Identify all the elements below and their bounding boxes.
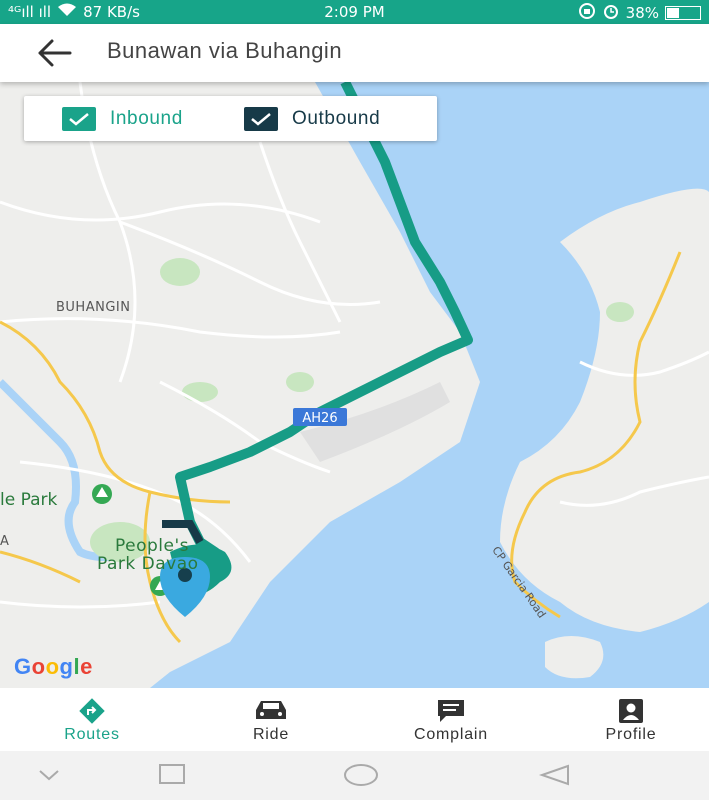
outbound-label: Outbound	[292, 107, 381, 129]
check-icon	[69, 112, 89, 126]
map-label-park: le Park	[0, 490, 58, 510]
bottom-navigation: Routes Ride Complain Profile	[0, 688, 709, 751]
nav-ride-label: Ride	[252, 726, 290, 743]
nav-complain[interactable]: Complain	[391, 688, 511, 751]
profile-icon	[619, 699, 643, 723]
route-legend: Inbound Outbound	[24, 96, 437, 141]
battery-percent: 38%	[625, 4, 659, 22]
clock: 2:09 PM	[324, 3, 385, 21]
nav-profile-label: Profile	[605, 726, 657, 743]
circle-icon	[344, 764, 378, 786]
nav-complain-label: Complain	[414, 726, 488, 743]
battery-icon	[665, 6, 701, 20]
map-label-peoples-park-2: Park Davao	[97, 554, 199, 574]
outbound-toggle[interactable]: Outbound	[244, 96, 380, 141]
nav-profile[interactable]: Profile	[571, 688, 691, 751]
map-label-peoples-park-1: People's	[115, 536, 190, 556]
lock-rotation-icon	[578, 3, 596, 23]
arrow-back-icon	[38, 39, 72, 67]
message-icon	[438, 700, 464, 722]
check-icon	[251, 112, 271, 126]
app-bar: Bunawan via Buhangin	[0, 24, 709, 82]
outbound-checkbox[interactable]	[244, 106, 278, 131]
map-label-edge: A	[0, 534, 9, 549]
nav-routes-label: Routes	[64, 726, 120, 743]
nav-routes[interactable]: Routes	[32, 688, 152, 751]
back-button[interactable]	[30, 36, 74, 70]
ah26-badge: AH26	[293, 408, 347, 426]
directions-icon	[79, 698, 105, 724]
nav-ride[interactable]: Ride	[211, 688, 331, 751]
inbound-label: Inbound	[110, 107, 183, 129]
alarm-icon	[602, 3, 620, 23]
islet	[545, 636, 604, 679]
system-recents-button[interactable]	[158, 763, 186, 792]
square-icon	[159, 764, 185, 784]
system-back-button[interactable]	[538, 763, 572, 794]
triangle-back-icon	[538, 764, 569, 786]
chevron-down-icon	[39, 770, 59, 781]
map-label-buhangin: BUHANGIN	[56, 300, 131, 315]
google-logo: Google	[14, 654, 93, 679]
svg-text:AH26: AH26	[302, 411, 337, 426]
inbound-checkbox[interactable]	[62, 106, 96, 131]
system-home-button[interactable]	[342, 763, 380, 794]
page-title: Bunawan via Buhangin	[107, 38, 343, 63]
inbound-toggle[interactable]: Inbound	[62, 96, 183, 141]
route-map[interactable]: AH26 Inbound Outbound BUHANGIN le Park A	[0, 82, 709, 688]
car-icon	[256, 701, 286, 719]
system-navigation	[0, 751, 709, 800]
status-bar: ⁴ᴳıll ıll 87 KB/s 2:09 PM 38%	[0, 0, 709, 24]
map-canvas[interactable]: AH26	[0, 82, 709, 688]
system-menu-button[interactable]	[36, 763, 62, 792]
